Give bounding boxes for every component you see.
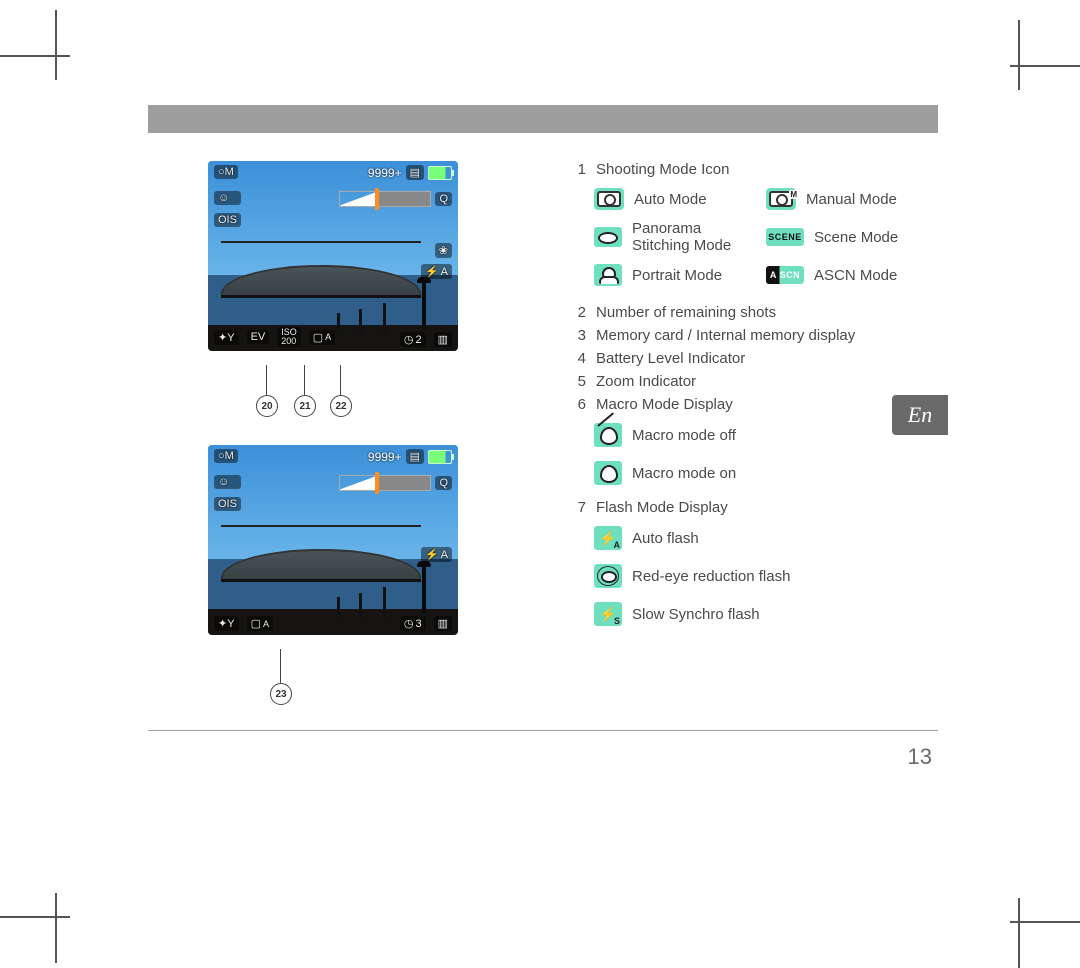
icon-label: Red-eye reduction flash xyxy=(632,568,790,585)
zoom-indicator xyxy=(339,191,431,207)
tools-icon: ✦Y xyxy=(214,616,239,631)
icon-label: Scene Mode xyxy=(814,229,898,246)
size-icon: ▥ xyxy=(434,616,452,631)
callout-number: 22 xyxy=(330,395,352,417)
macro-on-icon xyxy=(594,461,622,485)
icon-label: Macro mode on xyxy=(632,465,736,482)
legend: 1 Shooting Mode Icon Auto Mode M Manual … xyxy=(538,161,938,709)
ois-icon: OIS xyxy=(214,497,241,511)
icon-label: Panorama Stitching Mode xyxy=(632,220,742,254)
wb-icon: ▢A xyxy=(309,330,336,345)
shooting-mode-grid: Auto Mode M Manual Mode Panorama Stitchi… xyxy=(594,188,938,296)
ois-icon: OIS xyxy=(214,213,241,227)
crop-mark xyxy=(1010,65,1080,67)
macro-icon: ❀ xyxy=(435,243,452,258)
crop-mark xyxy=(0,916,70,918)
legend-num: 7 xyxy=(568,499,586,516)
callout-group-bottom: 23 xyxy=(250,649,538,709)
language-tab: En xyxy=(892,395,948,435)
self-timer-icon: ◷ 2 xyxy=(400,332,426,347)
face-detect-icon: ☺ xyxy=(214,191,241,205)
icon-label: Macro mode off xyxy=(632,427,736,444)
legend-label: Shooting Mode Icon xyxy=(596,161,938,178)
legend-num: 3 xyxy=(568,327,586,344)
flash-redeye-icon xyxy=(594,564,622,588)
panorama-mode-icon xyxy=(594,227,622,247)
flash-icon: ⚡A xyxy=(421,547,452,562)
portrait-mode-icon xyxy=(594,264,622,286)
lcd-screen-top: ○M 9999+ ▤ ☺ OIS Q ❀ ⚡A xyxy=(208,161,458,351)
legend-label: Memory card / Internal memory display xyxy=(596,327,938,344)
page-footer: 13 xyxy=(148,730,938,783)
legend-num: 6 xyxy=(568,396,586,413)
icon-label: Manual Mode xyxy=(806,191,897,208)
legend-num: 5 xyxy=(568,373,586,390)
flash-icon: ⚡A xyxy=(421,264,452,279)
lcd-previews: ○M 9999+ ▤ ☺ OIS Q ❀ ⚡A xyxy=(148,161,538,709)
ev-icon: EV xyxy=(247,330,270,344)
memory-icon: ▤ xyxy=(406,449,424,464)
page-body: En ○M 9999+ ▤ ☺ OIS xyxy=(148,105,938,709)
scene-mode-icon xyxy=(766,228,804,246)
battery-icon xyxy=(428,450,452,464)
macro-off-icon xyxy=(594,423,622,447)
size-icon: ▥ xyxy=(434,332,452,347)
legend-label: Number of remaining shots xyxy=(596,304,938,321)
magnify-icon: Q xyxy=(435,476,452,490)
legend-label: Macro Mode Display xyxy=(596,396,938,413)
flash-auto-icon: A xyxy=(594,526,622,550)
shots-remaining-label: 9999+ xyxy=(368,450,402,464)
shots-remaining-label: 9999+ xyxy=(368,166,402,180)
face-detect-icon: ☺ xyxy=(214,475,241,489)
crop-mark xyxy=(1018,20,1020,90)
manual-mode-icon: M xyxy=(766,188,796,210)
iso-icon: ISO 200 xyxy=(277,327,301,347)
memory-icon: ▤ xyxy=(406,165,424,180)
ascn-mode-icon xyxy=(766,266,804,284)
mode-badge-icon: ○M xyxy=(214,449,238,463)
icon-label: Portrait Mode xyxy=(632,267,722,284)
callout-group-top: 20 21 22 xyxy=(236,365,538,425)
tools-icon: ✦Y xyxy=(214,330,239,345)
crop-mark xyxy=(1010,921,1080,923)
mode-badge-icon: ○M xyxy=(214,165,238,179)
magnify-icon: Q xyxy=(435,192,452,206)
flash-slow-icon: S xyxy=(594,602,622,626)
macro-mode-list: Macro mode off Macro mode on xyxy=(594,423,938,485)
callout-number: 21 xyxy=(294,395,316,417)
icon-label: Auto Mode xyxy=(634,191,707,208)
legend-num: 4 xyxy=(568,350,586,367)
auto-mode-icon xyxy=(594,188,624,210)
self-timer-icon: ◷ 3 xyxy=(400,616,426,631)
icon-label: ASCN Mode xyxy=(814,267,897,284)
flash-mode-list: A Auto flash Red-eye reduction flash S S… xyxy=(594,526,938,626)
page-number: 13 xyxy=(908,744,932,770)
icon-label: Auto flash xyxy=(632,530,699,547)
crop-mark xyxy=(55,10,57,80)
legend-label: Battery Level Indicator xyxy=(596,350,938,367)
battery-icon xyxy=(428,166,452,180)
wb-icon: ▢A xyxy=(247,616,274,631)
legend-label: Zoom Indicator xyxy=(596,373,938,390)
callout-number: 20 xyxy=(256,395,278,417)
callout-number: 23 xyxy=(270,683,292,705)
legend-num: 1 xyxy=(568,161,586,178)
legend-num: 2 xyxy=(568,304,586,321)
crop-mark xyxy=(1018,898,1020,968)
legend-label: Flash Mode Display xyxy=(596,499,938,516)
lcd-screen-bottom: ○M 9999+ ▤ ☺ OIS Q ⚡A xyxy=(208,445,458,635)
zoom-indicator xyxy=(339,475,431,491)
header-bar xyxy=(148,105,938,133)
icon-label: Slow Synchro flash xyxy=(632,606,760,623)
crop-mark xyxy=(0,55,70,57)
